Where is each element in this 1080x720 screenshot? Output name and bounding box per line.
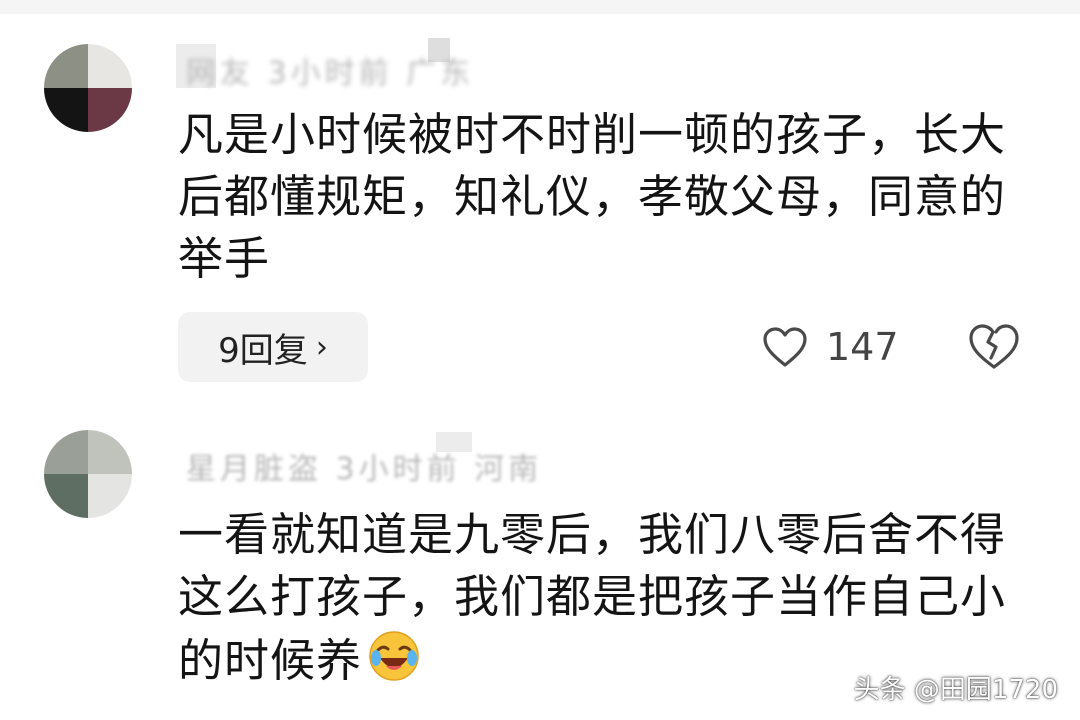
avatar-cell <box>44 430 88 474</box>
avatar-cell <box>44 88 88 132</box>
avatar-cell <box>88 430 132 474</box>
broken-heart-icon[interactable] <box>966 318 1022 374</box>
like-button[interactable]: 147 <box>762 312 899 382</box>
comment-text-content: 一看就知道是九零后，我们八零后舍不得这么打孩子，我们都是把孩子当作自己小的时候养 <box>178 508 1007 687</box>
avatar-cell <box>88 474 132 518</box>
avatar-cell <box>88 88 132 132</box>
comment-text: 一看就知道是九零后，我们八零后舍不得这么打孩子，我们都是把孩子当作自己小的时候养 <box>178 504 1008 692</box>
comment-meta: 网友 3小时前 广东 <box>186 56 475 91</box>
user-avatar[interactable] <box>44 430 132 518</box>
reply-count-label: 9回复 <box>218 330 308 371</box>
comment-meta-obscured: 星月脏盗 3小时前 河南 <box>176 432 636 487</box>
laughing-crying-emoji <box>369 631 419 681</box>
top-divider <box>0 0 1080 14</box>
chevron-right-icon: › <box>315 329 328 365</box>
view-replies-button[interactable]: 9回复 › <box>178 312 368 382</box>
avatar-cell <box>88 44 132 88</box>
comment-text: 凡是小时候被时不时削一顿的孩子，长大后都懂规矩，知礼仪，孝敬父母，同意的举手 <box>178 108 1007 285</box>
source-watermark: 头条 @田园1720 <box>853 675 1058 705</box>
comment-meta-obscured: 网友 3小时前 广东 <box>176 38 636 91</box>
like-count: 147 <box>826 325 899 369</box>
avatar-cell <box>44 44 88 88</box>
user-avatar[interactable] <box>44 44 132 132</box>
avatar-cell <box>44 474 88 518</box>
heart-outline-icon <box>763 327 807 367</box>
comment-meta: 星月脏盗 3小时前 河南 <box>186 452 543 487</box>
